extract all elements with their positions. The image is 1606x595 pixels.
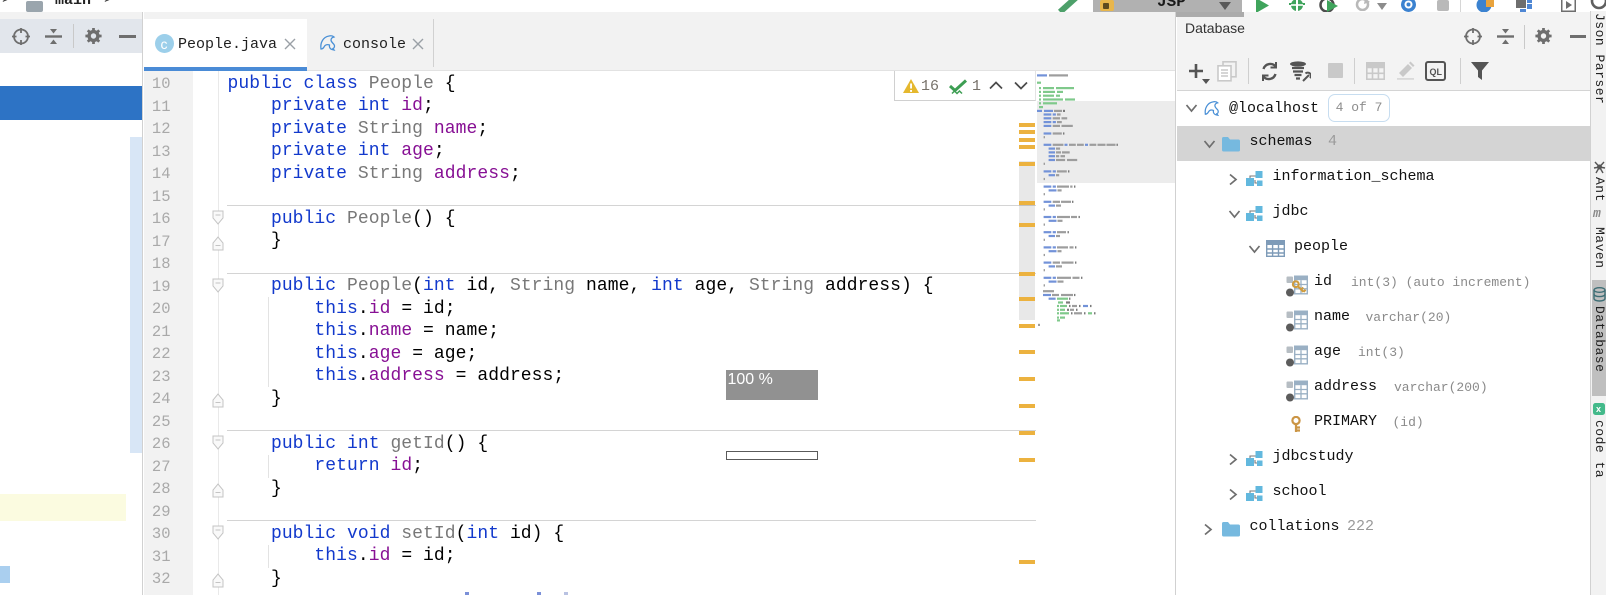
svg-text:QL: QL (1430, 67, 1443, 77)
